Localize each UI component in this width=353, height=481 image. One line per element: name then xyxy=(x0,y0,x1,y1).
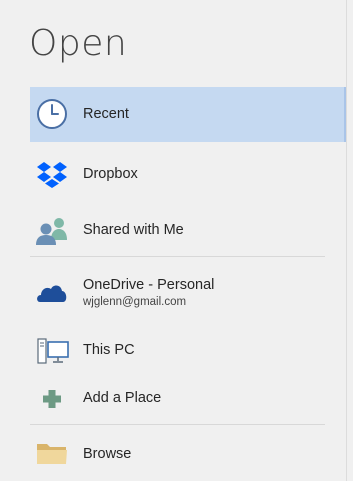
account-email: wjglenn@gmail.com xyxy=(83,296,187,308)
clock-icon xyxy=(37,99,67,129)
place-label: This PC xyxy=(83,342,135,358)
page-title: Open xyxy=(29,23,128,64)
place-label: Add a Place xyxy=(83,390,162,406)
place-add-a-place[interactable]: Add a Place xyxy=(30,377,346,422)
place-recent[interactable]: Recent xyxy=(30,87,346,142)
people-icon xyxy=(36,218,67,245)
place-browse[interactable]: Browse xyxy=(30,430,346,476)
separator xyxy=(30,424,325,425)
place-dropbox[interactable]: Dropbox xyxy=(30,147,346,202)
cloud-icon xyxy=(37,285,67,302)
place-label: Shared with Me xyxy=(83,222,184,238)
panel-divider xyxy=(346,0,347,481)
place-label: Browse xyxy=(83,446,132,462)
plus-icon xyxy=(43,390,61,408)
place-shared-with-me[interactable]: Shared with Me xyxy=(30,205,346,255)
place-label: Recent xyxy=(83,106,129,122)
computer-icon xyxy=(37,338,69,364)
separator xyxy=(30,256,325,257)
folder-icon xyxy=(37,444,67,464)
dropbox-icon xyxy=(37,162,67,188)
place-onedrive-personal[interactable]: OneDrive - Personal wjglenn@gmail.com xyxy=(30,263,346,321)
place-this-pc[interactable]: This PC xyxy=(30,327,346,377)
place-label: OneDrive - Personal xyxy=(83,277,215,293)
place-label: Dropbox xyxy=(83,166,138,182)
